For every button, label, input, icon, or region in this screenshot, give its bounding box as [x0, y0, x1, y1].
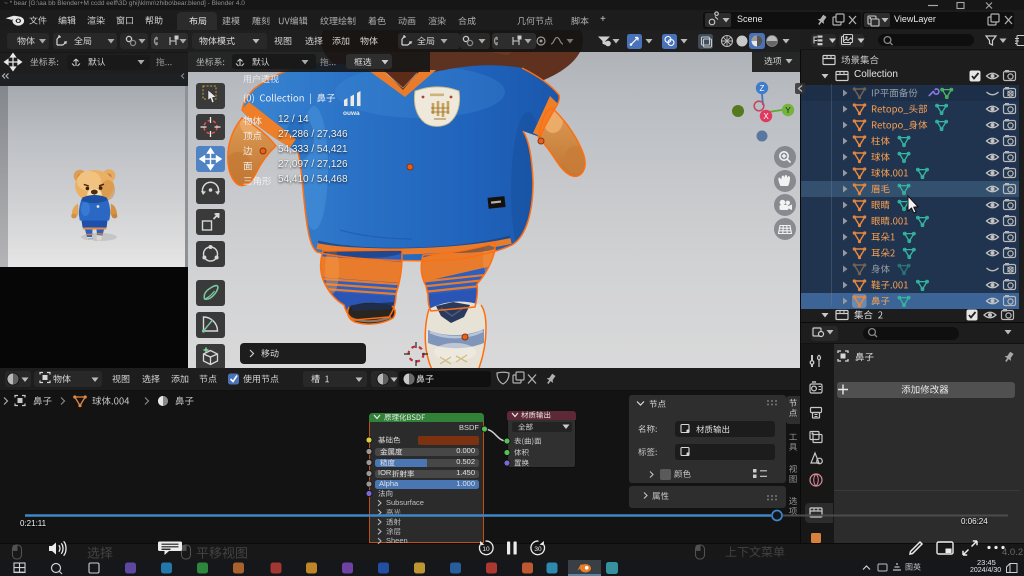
svg-text:ouwa: ouwa — [343, 110, 360, 117]
